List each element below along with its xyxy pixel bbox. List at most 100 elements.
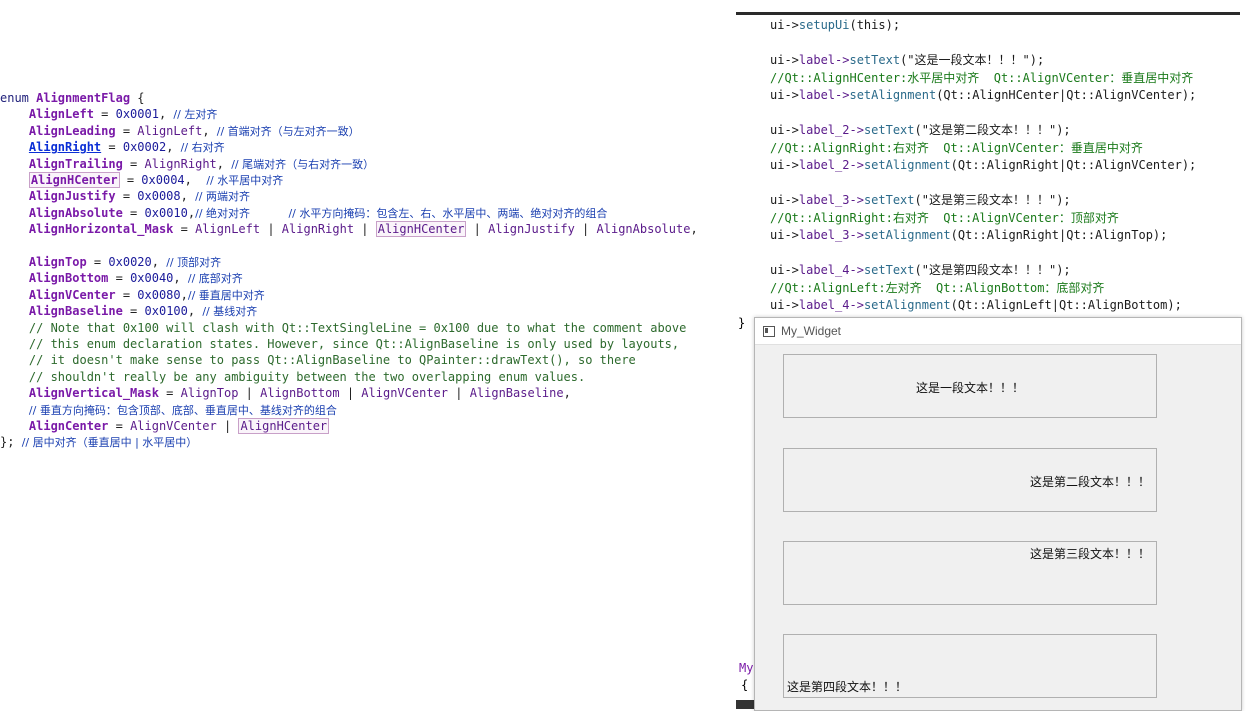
code-token: ui-> [770, 228, 799, 242]
code-fragment-my: My [739, 661, 754, 675]
code-token: //Qt::AlignRight:右对齐 Qt::AlignVCenter：垂直… [770, 140, 1143, 155]
code-token: //Qt::AlignRight:右对齐 Qt::AlignVCenter：顶部… [770, 210, 1119, 225]
code-token: setAlignment [849, 88, 937, 102]
code-token: , [184, 173, 207, 187]
code-token: 0x0020 [108, 255, 152, 269]
code-token: AlignAbsolute [596, 222, 691, 237]
code-token: AlignHCenter [375, 221, 467, 238]
code-line: ui->label->setAlignment(Qt::AlignHCenter… [770, 87, 1196, 103]
code-token: AlignRight [28, 140, 102, 155]
code-token: ("这是一段文本！！！"); [900, 53, 1045, 67]
code-token: ui-> [770, 123, 799, 137]
code-token: ui-> [770, 53, 799, 67]
code-token: // 绝对对齐 // 水平方向掩码：包含左、右、水平居中、两端、绝对对齐的组合 [195, 206, 608, 220]
code-token: | [354, 222, 376, 237]
code-token: = [108, 271, 131, 286]
code-token: AlignLeft [137, 123, 203, 138]
code-token: AlignVCenter [361, 386, 448, 401]
code-token: AlignmentFlag [36, 91, 131, 105]
code-line: // this enum declaration states. However… [0, 336, 679, 352]
code-token: = [93, 107, 116, 122]
code-token: (this); [849, 18, 901, 32]
code-line: ui->label_4->setText("这是第四段文本！！！"); [770, 262, 1071, 278]
code-line: AlignAbsolute = 0x0010,// 绝对对齐 // 水平方向掩码… [0, 205, 608, 221]
code-line: // 垂直方向掩码：包含顶部、底部、垂直居中、基线对齐的组合 [0, 402, 337, 418]
code-line: AlignLeading = AlignLeft, // 首端对齐（与左对齐一致… [0, 123, 360, 139]
code-token: AlignTop [0, 255, 87, 269]
code-token: }; [0, 435, 22, 450]
label-3-text: 这是第三段文本！！！ [1029, 547, 1150, 561]
code-line: //Qt::AlignHCenter:水平居中对齐 Qt::AlignVCent… [770, 70, 1193, 86]
code-token: // 垂直居中对齐 [187, 288, 265, 302]
code-line: AlignHorizontal_Mask = AlignLeft | Align… [0, 221, 698, 238]
code-token: // 垂直方向掩码：包含顶部、底部、垂直居中、基线对齐的组合 [28, 403, 337, 417]
code-token: AlignJustify [0, 189, 116, 204]
code-token: = [101, 140, 123, 155]
code-line: //Qt::AlignRight:右对齐 Qt::AlignVCenter：顶部… [770, 210, 1119, 226]
code-token: AlignBaseline [469, 386, 564, 401]
code-token: ("这是第二段文本！！！"); [914, 123, 1071, 137]
code-token: , [158, 107, 174, 122]
code-token: AlignJustify [488, 222, 575, 237]
code-token: = [122, 205, 145, 220]
code-token: label-> [798, 53, 850, 67]
code-token: setupUi [798, 18, 850, 32]
code-token: //Qt::AlignLeft:左对齐 Qt::AlignBottom：底部对齐 [770, 280, 1105, 295]
code-token: 0x0001 [115, 107, 159, 122]
code-token: (Qt::AlignRight|Qt::AlignTop); [950, 228, 1168, 242]
code-token: setAlignment [863, 228, 951, 242]
code-token: | [466, 222, 489, 237]
code-token: AlignBottom [260, 386, 340, 401]
code-token: AlignHCenter [28, 172, 120, 188]
code-line: AlignHCenter = 0x0004, // 水平居中对齐 [0, 172, 283, 188]
code-line: //Qt::AlignRight:右对齐 Qt::AlignVCenter：垂直… [770, 140, 1143, 156]
code-token: ui-> [770, 263, 799, 277]
code-token: ui-> [770, 88, 799, 102]
code-token: AlignHorizontal_Mask [0, 222, 174, 237]
code-token: | [216, 419, 239, 433]
code-line: AlignLeft = 0x0001, // 左对齐 [0, 106, 217, 122]
code-token: { [130, 91, 145, 105]
code-token: AlignAbsolute [0, 205, 123, 220]
source-code-panel: ui->setupUi(this); ui->label->setText("这是… [736, 10, 1249, 330]
code-line: // it doesn't make sense to pass Qt::Ali… [0, 352, 636, 368]
code-token: 0x0002 [122, 140, 167, 155]
code-token: label_4-> [798, 263, 864, 277]
code-token: = [158, 386, 181, 401]
code-line: ui->label->setText("这是一段文本！！！"); [770, 52, 1044, 68]
code-token: label_3-> [798, 193, 864, 207]
code-token: AlignVCenter [0, 287, 116, 302]
code-token: = [115, 123, 138, 138]
code-token: , [216, 156, 232, 171]
code-token: // 首端对齐（与左对齐一致） [216, 124, 360, 138]
code-token: setText [863, 123, 915, 137]
code-token: 0x0004 [141, 173, 185, 187]
code-token: AlignTop [180, 386, 239, 401]
code-token: label_2-> [798, 158, 864, 172]
code-token: label_2-> [798, 123, 864, 137]
code-token: AlignVertical_Mask [0, 386, 159, 401]
code-token: = [115, 189, 138, 204]
code-token: AlignLeft [0, 107, 94, 122]
code-token: , [690, 222, 698, 237]
code-token: // 左对齐 [173, 108, 218, 122]
code-token: 0x0010 [144, 205, 188, 220]
code-line: AlignTop = 0x0020, // 顶部对齐 [0, 254, 221, 270]
code-token: AlignVCenter [130, 419, 217, 433]
code-line: AlignBaseline = 0x0100, // 基线对齐 [0, 303, 257, 319]
label-1: 这是一段文本！！！ [783, 354, 1157, 418]
code-token: , [166, 140, 181, 155]
code-token: AlignCenter [0, 419, 109, 433]
my-widget-window[interactable]: My_Widget 这是一段文本！！！ 这是第二段文本！！！ 这是第三段文本！！… [754, 317, 1242, 711]
open-brace: { [741, 678, 749, 692]
code-token: , [173, 271, 188, 286]
code-line: ui->label_4->setAlignment(Qt::AlignLeft|… [770, 297, 1182, 313]
code-token: // 水平居中对齐 [206, 174, 284, 187]
code-token: setText [863, 263, 915, 277]
code-token: setText [849, 53, 901, 67]
code-token: | [574, 222, 597, 237]
closing-brace: } [738, 316, 746, 330]
window-titlebar[interactable]: My_Widget [755, 318, 1241, 345]
label-2-text: 这是第二段文本！！！ [1029, 475, 1150, 489]
